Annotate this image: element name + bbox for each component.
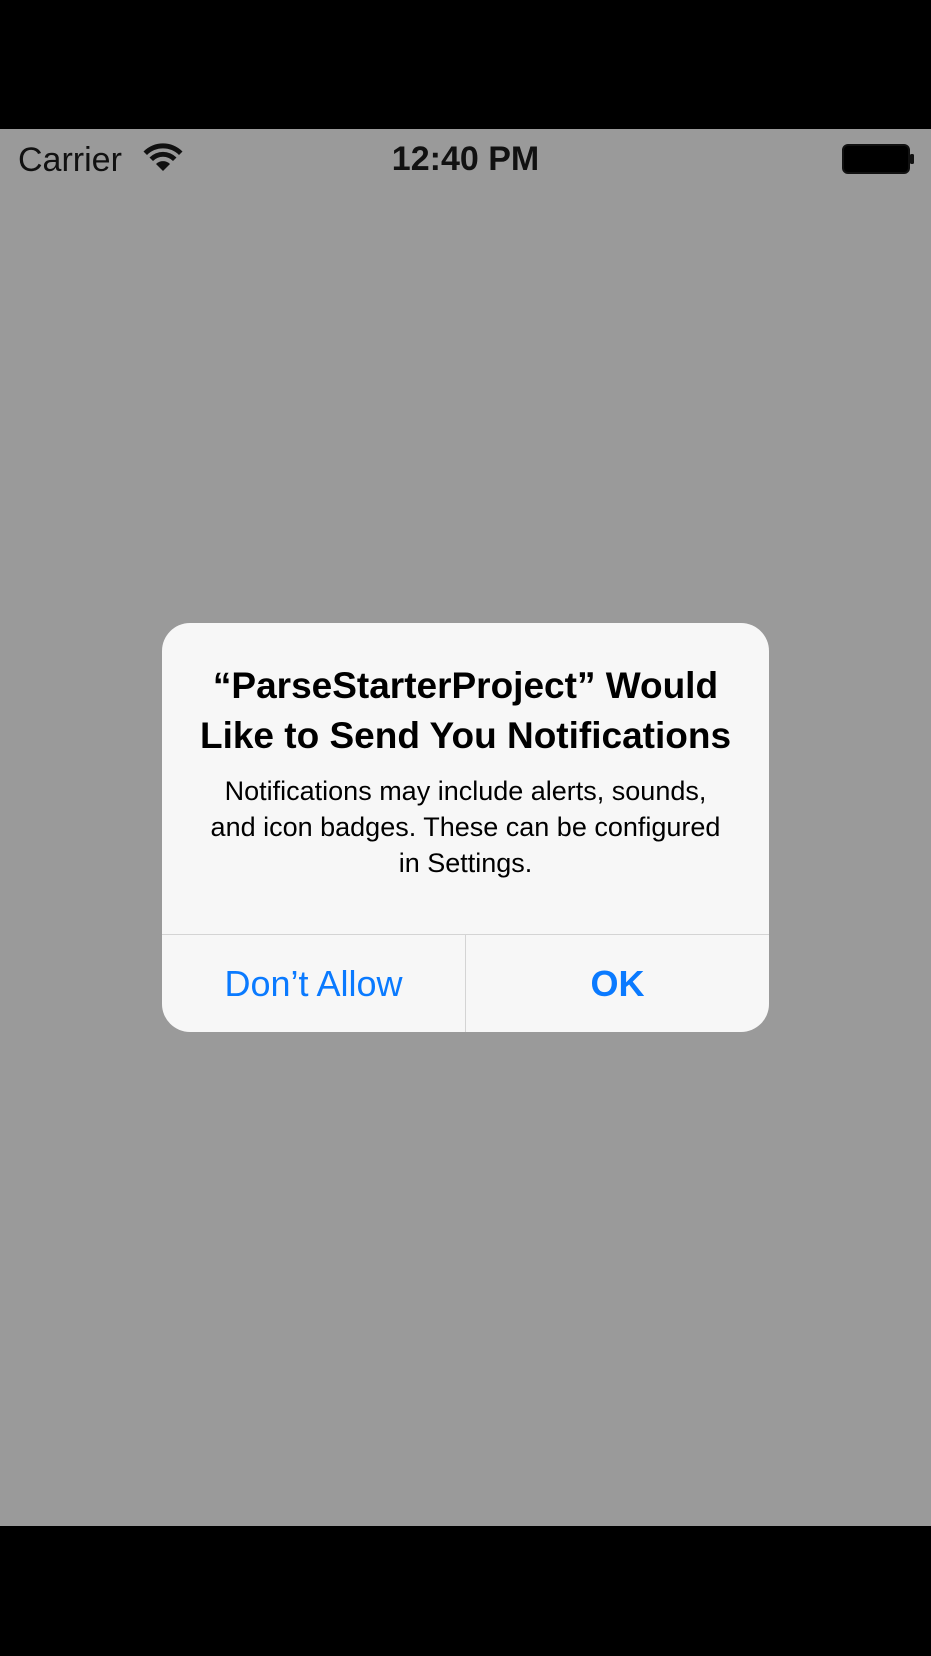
status-time: 12:40 PM bbox=[391, 140, 540, 178]
app-screen: Carrier 12:40 PM “ParseStarterProject” W… bbox=[0, 129, 931, 1526]
letterbox-top bbox=[0, 0, 931, 129]
alert-message: Notifications may include alerts, sounds… bbox=[210, 776, 721, 878]
letterbox-bottom bbox=[0, 1526, 931, 1656]
status-bar: Carrier 12:40 PM bbox=[0, 129, 931, 191]
alert-title: “ParseStarterProject” Would Like to Send… bbox=[199, 665, 732, 756]
ok-button[interactable]: OK bbox=[466, 935, 769, 1032]
dont-allow-button[interactable]: Don’t Allow bbox=[162, 935, 465, 1032]
battery-full-icon bbox=[842, 144, 914, 174]
notification-permission-alert: “ParseStarterProject” Would Like to Send… bbox=[162, 623, 769, 1032]
